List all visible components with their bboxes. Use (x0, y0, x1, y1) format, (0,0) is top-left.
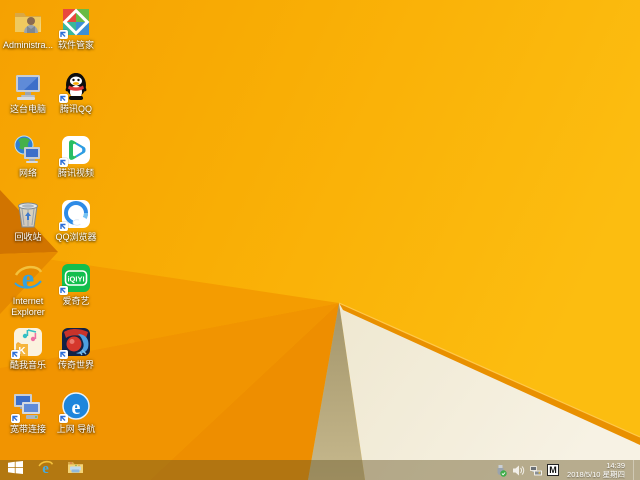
shortcut-arrow-icon (59, 286, 68, 295)
desktop-icon-qq-browser[interactable]: QQ浏览器 (46, 198, 106, 243)
desktop-icon-tencent-video[interactable]: 腾讯视频 (46, 134, 106, 179)
shortcut-arrow-icon (59, 158, 68, 167)
user-folder-icon (12, 6, 44, 38)
kuwo-music-icon: K (11, 326, 44, 359)
shortcut-arrow-icon (11, 414, 20, 423)
desktop-icon-web-navigation[interactable]: e 上网 导航 (46, 390, 106, 435)
shortcut-arrow-icon (59, 30, 68, 39)
web-navigation-icon: e (59, 390, 92, 423)
svg-text:*: * (538, 471, 541, 477)
shortcut-arrow-icon (59, 414, 68, 423)
desktop-icon-tencent-qq[interactable]: 腾讯QQ (46, 70, 106, 115)
qq-browser-icon (59, 198, 92, 231)
desktop-icon-label: 爱奇艺 (62, 296, 90, 306)
network-icon (12, 134, 44, 166)
software-manager-icon (59, 6, 92, 39)
network-warning-icon[interactable]: * (529, 463, 543, 477)
desktop-icon-label: QQ浏览器 (55, 232, 97, 242)
system-tray: * M 14:39 2018/5/10 星期四 (493, 460, 640, 480)
internet-explorer-icon: e (37, 459, 54, 480)
taskbar: e * M 14:39 2018/5/10 星期四 (0, 460, 640, 480)
desktop-icon-label: 腾讯视频 (57, 168, 94, 178)
this-pc-icon (12, 70, 44, 102)
taskbar-internet-explorer-button[interactable]: e (30, 460, 60, 480)
desktop-icon-software-manager[interactable]: 软件管家 (46, 6, 106, 51)
shortcut-arrow-icon (59, 350, 68, 359)
input-method-indicator[interactable]: M (547, 464, 560, 476)
svg-text:e: e (72, 397, 81, 419)
tencent-video-icon (59, 134, 92, 167)
desktop[interactable]: Administra... 这台电脑 网络 回收站 e Internet Exp… (0, 0, 640, 480)
shortcut-arrow-icon (59, 94, 68, 103)
desktop-icon-iqiyi[interactable]: iQIYI 爱奇艺 (46, 262, 106, 307)
windows-logo-icon (7, 461, 23, 479)
desktop-icon-label: 软件管家 (57, 40, 94, 50)
svg-text:iQIYI: iQIYI (67, 275, 84, 284)
file-explorer-icon (67, 460, 84, 480)
clock-time: 14:39 (606, 461, 625, 470)
taskbar-file-explorer-button[interactable] (60, 460, 90, 480)
desktop-icon-label: 上网 导航 (56, 424, 96, 434)
taskbar-clock[interactable]: 14:39 2018/5/10 星期四 (563, 461, 629, 479)
desktop-icon-label: 腾讯QQ (59, 104, 92, 114)
volume-icon[interactable] (511, 463, 525, 477)
desktop-icon-chuanqi-shijie[interactable]: 传奇世界 (46, 326, 106, 371)
show-desktop-button[interactable] (633, 460, 638, 480)
tencent-qq-icon (59, 70, 92, 103)
desktop-icon-label: 传奇世界 (57, 360, 94, 370)
start-button[interactable] (0, 460, 30, 480)
broadband-connection-icon (11, 390, 44, 423)
shortcut-arrow-icon (59, 222, 68, 231)
internet-explorer-icon: e (12, 262, 44, 295)
usb-safely-remove-icon[interactable] (493, 463, 507, 477)
iqiyi-icon: iQIYI (59, 262, 92, 295)
shortcut-arrow-icon (11, 350, 20, 359)
chuanqi-shijie-icon (59, 326, 92, 359)
recycle-bin-icon (12, 198, 44, 230)
clock-date: 2018/5/10 星期四 (567, 470, 625, 479)
